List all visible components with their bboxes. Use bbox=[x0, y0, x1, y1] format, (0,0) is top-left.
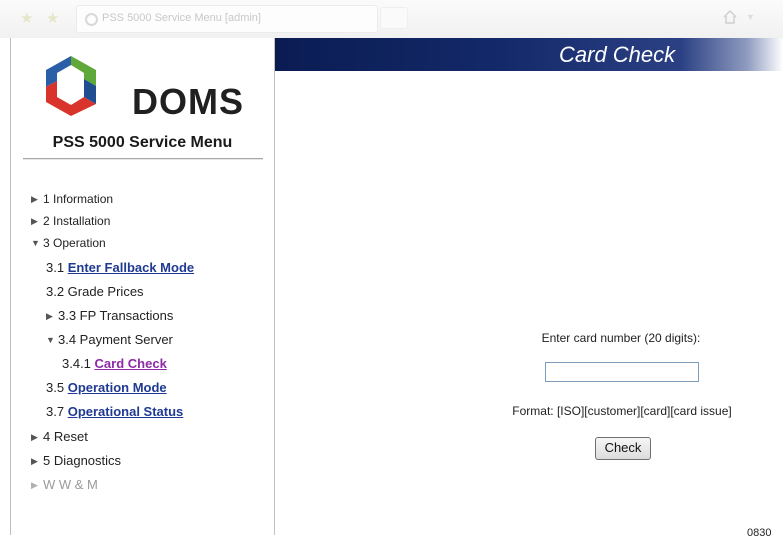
triangle-right-icon: ▶ bbox=[31, 216, 38, 226]
triangle-right-icon: ▶ bbox=[46, 311, 53, 321]
header-banner: Card Check bbox=[275, 38, 783, 71]
favorites-star-icon[interactable]: ★ bbox=[20, 11, 33, 26]
tree-item-wwm[interactable]: ▶ W W & M bbox=[31, 477, 98, 493]
card-number-label: Enter card number (20 digits): bbox=[541, 331, 701, 345]
tree-item-card-check: 3.4.1 Card Check bbox=[62, 356, 167, 371]
tree-item-operational-status: 3.7 Operational Status bbox=[46, 404, 184, 419]
tree-item-diagnostics[interactable]: ▶ 5 Diagnostics bbox=[31, 453, 121, 469]
add-favorites-star-icon[interactable]: ★ bbox=[46, 11, 59, 26]
page-title: Card Check bbox=[559, 42, 676, 67]
tab-title: PSS 5000 Service Menu [admin] bbox=[102, 12, 261, 24]
tree-item-payment-server[interactable]: ▼ 3.4 Payment Server bbox=[46, 332, 173, 348]
sidebar: DOMS PSS 5000 Service Menu ▶ 1 Informatio… bbox=[10, 38, 276, 535]
divider bbox=[23, 158, 263, 160]
loading-spinner-icon bbox=[85, 13, 98, 26]
new-tab-button[interactable] bbox=[380, 7, 408, 29]
browser-tab[interactable]: PSS 5000 Service Menu [admin] bbox=[76, 5, 378, 33]
home-icon[interactable] bbox=[722, 9, 738, 25]
triangle-down-icon: ▼ bbox=[31, 238, 40, 248]
format-hint: Format: [ISO][customer][card][card issue… bbox=[512, 404, 732, 418]
tree-item-enter-fallback-mode: 3.1 Enter Fallback Mode bbox=[46, 260, 195, 275]
logo-text: DOMS bbox=[132, 81, 244, 122]
menu-title: PSS 5000 Service Menu bbox=[52, 134, 233, 151]
triangle-right-icon: ▶ bbox=[31, 480, 38, 490]
tree-item-information[interactable]: ▶ 1 Information bbox=[31, 191, 113, 207]
tree-item-operation-mode: 3.5 Operation Mode bbox=[46, 380, 167, 395]
doms-logo: DOMS bbox=[40, 52, 250, 122]
tree-item-operation[interactable]: ▼ 3 Operation bbox=[31, 235, 106, 251]
operation-mode-link[interactable]: Operation Mode bbox=[68, 380, 167, 395]
tree-item-grade-prices[interactable]: 3.2 Grade Prices bbox=[46, 284, 144, 300]
tree-item-fp-transactions[interactable]: ▶ 3.3 FP Transactions bbox=[46, 308, 173, 324]
chevron-down-icon[interactable]: ▼ bbox=[746, 12, 755, 22]
triangle-right-icon: ▶ bbox=[31, 432, 38, 442]
check-button[interactable]: Check bbox=[595, 437, 651, 460]
tree-item-installation[interactable]: ▶ 2 Installation bbox=[31, 213, 110, 229]
operational-status-link[interactable]: Operational Status bbox=[68, 404, 184, 419]
corner-text: 0830 bbox=[747, 527, 772, 539]
browser-toolbar: ★ ★ PSS 5000 Service Menu [admin] ▼ bbox=[0, 0, 783, 38]
content-frame: Card Check Enter card number (20 digits)… bbox=[275, 38, 783, 539]
triangle-right-icon: ▶ bbox=[31, 456, 38, 466]
card-number-input[interactable] bbox=[545, 362, 699, 382]
triangle-right-icon: ▶ bbox=[31, 194, 38, 204]
card-check-link[interactable]: Card Check bbox=[95, 356, 167, 371]
tree-item-reset[interactable]: ▶ 4 Reset bbox=[31, 429, 88, 445]
triangle-down-icon: ▼ bbox=[46, 335, 55, 345]
doms-logo-icon bbox=[46, 56, 96, 116]
enter-fallback-mode-link[interactable]: Enter Fallback Mode bbox=[68, 260, 194, 275]
